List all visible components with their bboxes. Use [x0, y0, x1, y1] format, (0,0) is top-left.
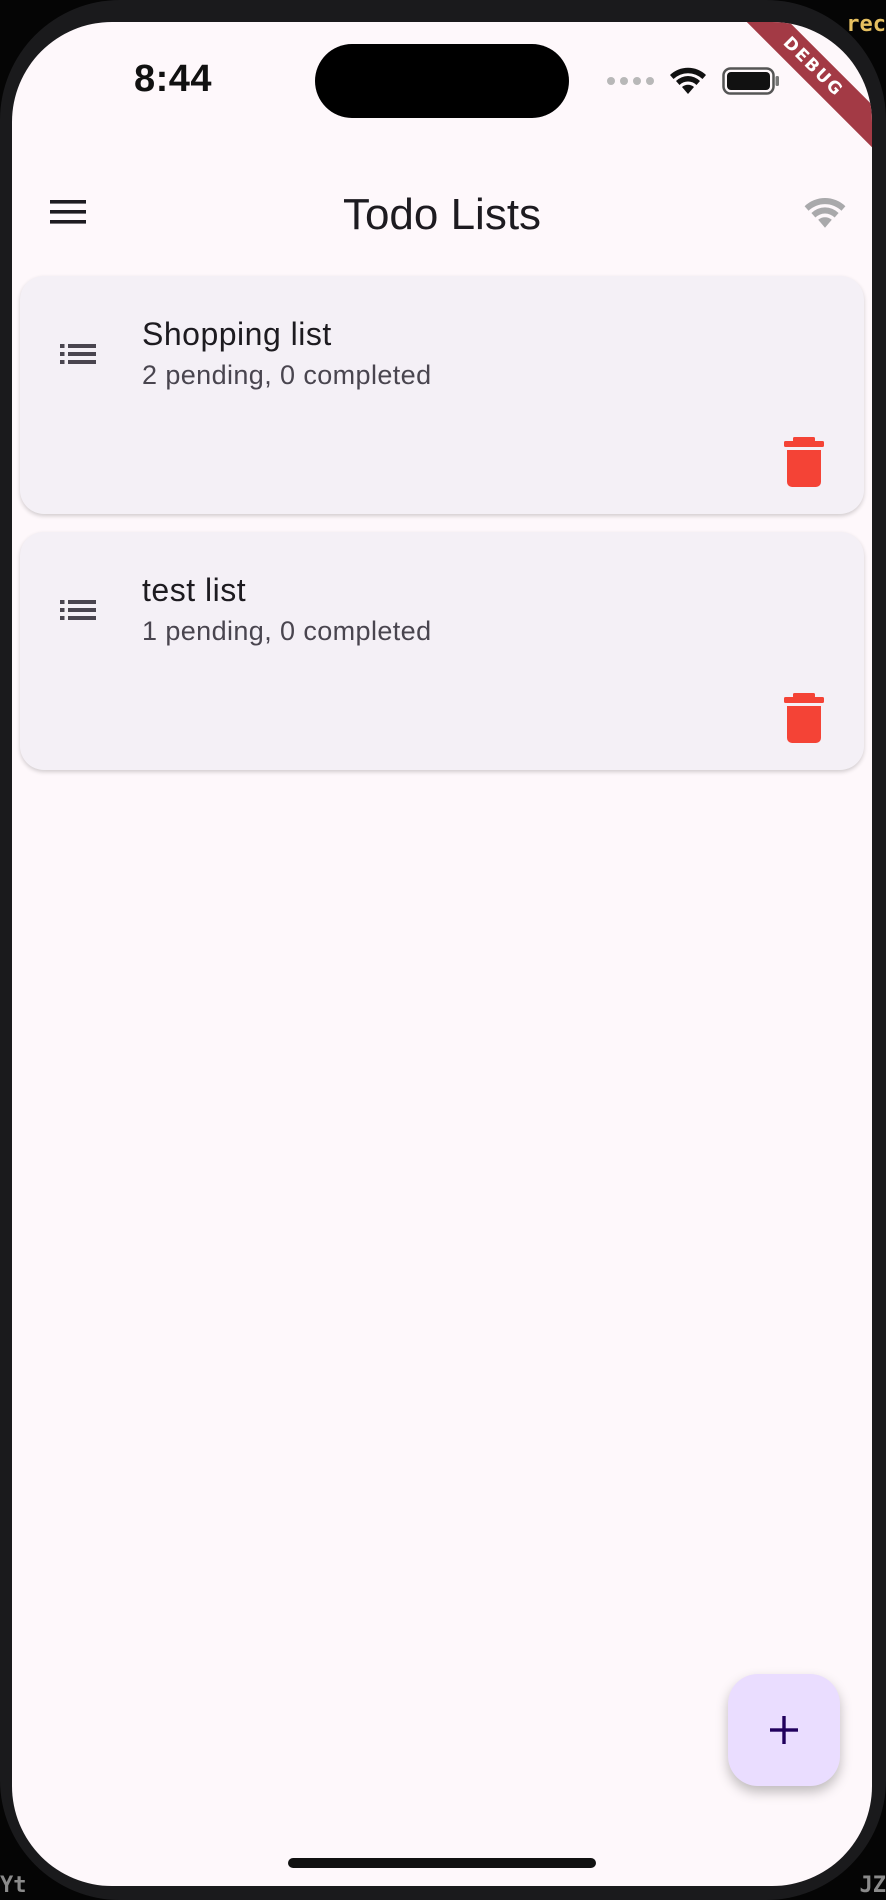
list-summary: 2 pending, 0 completed: [142, 360, 432, 390]
app-bar: Todo Lists: [12, 162, 872, 262]
status-time: 8:44: [134, 58, 213, 100]
page-title: Todo Lists: [342, 190, 542, 239]
wifi-status-icon: [670, 67, 706, 94]
background-window-text: rec: [846, 12, 886, 37]
home-indicator[interactable]: [288, 1858, 596, 1868]
battery-icon: [722, 67, 779, 95]
todo-list-card[interactable]: test list 1 pending, 0 completed: [20, 532, 864, 770]
background-window-text: Yt: [0, 1873, 27, 1898]
dynamic-island: [315, 44, 569, 118]
todo-list-card[interactable]: Shopping list 2 pending, 0 completed: [20, 276, 864, 514]
add-list-button[interactable]: [728, 1674, 840, 1786]
status-indicators: [607, 66, 780, 96]
device: rec Yt JZ 8:44 DEBUG Todo Lists Shopping…: [0, 0, 886, 1900]
list-icon: [60, 344, 96, 364]
list-title: Shopping list: [142, 316, 332, 352]
list-title: test list: [142, 572, 247, 608]
delete-list-button[interactable]: [780, 692, 828, 744]
plus-icon: [770, 1716, 798, 1744]
list-summary: 1 pending, 0 completed: [142, 616, 432, 646]
app-screen: 8:44 DEBUG Todo Lists Shopping list 2 pe…: [12, 22, 872, 1886]
cellular-signal-icon: [607, 77, 654, 85]
background-window-text: JZ: [859, 1873, 886, 1898]
list-icon: [60, 600, 96, 620]
wifi-icon[interactable]: [802, 196, 848, 230]
delete-list-button[interactable]: [780, 436, 828, 488]
